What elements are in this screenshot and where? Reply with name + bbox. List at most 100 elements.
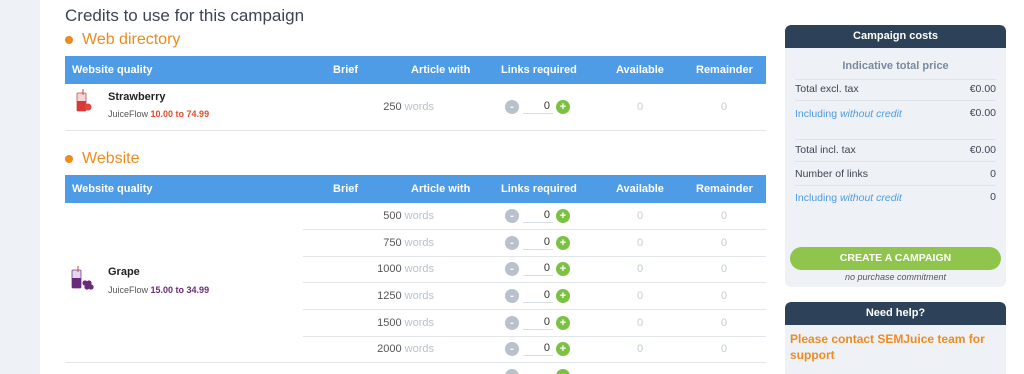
words-unit: words bbox=[404, 317, 434, 329]
col-available[interactable]: Available bbox=[616, 183, 664, 195]
divider bbox=[795, 79, 996, 80]
increment-button[interactable]: + bbox=[556, 289, 570, 303]
create-campaign-button[interactable]: CREATE A CAMPAIGN bbox=[790, 247, 1001, 270]
available-value: 0 bbox=[636, 343, 644, 355]
links-stepper: -0 + bbox=[505, 235, 571, 251]
words-count: 750 bbox=[383, 237, 402, 249]
page-title: Credits to use for this campaign bbox=[65, 6, 305, 25]
increment-button[interactable]: + bbox=[556, 342, 570, 356]
links-quantity-input[interactable]: 0 bbox=[523, 341, 553, 356]
decrement-button[interactable]: - bbox=[505, 342, 519, 356]
words-count: 1250 bbox=[377, 290, 402, 302]
product-meta: JuiceFlow 10.00 to 74.99 bbox=[108, 109, 209, 119]
col-available[interactable]: Available bbox=[616, 64, 664, 76]
help-contact-text: Please contact SEMJuice team for support bbox=[790, 332, 985, 362]
section-title-label: Web directory bbox=[82, 31, 181, 48]
product-brand: JuiceFlow bbox=[108, 285, 149, 295]
bullet-icon bbox=[65, 155, 73, 163]
section-title-label: Website bbox=[82, 150, 140, 167]
including-without-credit-link[interactable]: Including without credit bbox=[795, 107, 905, 121]
product-brand: JuiceFlow bbox=[108, 109, 149, 119]
decrement-button[interactable]: - bbox=[505, 316, 519, 330]
links-stepper: -0 + bbox=[505, 341, 571, 357]
article-words: 250 words bbox=[374, 101, 434, 113]
row-divider bbox=[303, 256, 766, 257]
row-divider bbox=[303, 309, 766, 310]
col-brief[interactable]: Brief bbox=[333, 64, 358, 76]
increment-button[interactable]: + bbox=[556, 316, 570, 330]
col-article-with[interactable]: Article with bbox=[411, 183, 470, 195]
product-name: Grape bbox=[108, 266, 140, 278]
remainder-value: 0 bbox=[720, 263, 728, 275]
available-value: 0 bbox=[636, 210, 644, 222]
links-stepper: - 0 + bbox=[505, 99, 571, 115]
campaign-costs-panel: Campaign costs Indicative total price To… bbox=[785, 25, 1006, 287]
including-label: Including bbox=[795, 108, 838, 120]
row-divider bbox=[65, 362, 766, 363]
increment-button[interactable]: + bbox=[556, 100, 570, 114]
words-count: 250 bbox=[383, 101, 402, 113]
strawberry-juice-icon bbox=[76, 89, 92, 112]
row-divider bbox=[303, 336, 766, 337]
links-label: Number of links bbox=[795, 168, 868, 180]
available-value: 0 bbox=[636, 263, 644, 275]
links-quantity-input[interactable]: 0 bbox=[523, 315, 553, 330]
links-quantity-input[interactable]: 0 bbox=[523, 261, 553, 276]
available-value: 0 bbox=[636, 237, 644, 249]
remainder-value: 0 bbox=[720, 317, 728, 329]
including-without-credit-link[interactable]: Including without credit bbox=[795, 191, 905, 205]
article-words: 500 words bbox=[374, 210, 434, 222]
remainder-value: 0 bbox=[720, 290, 728, 302]
decrement-button[interactable] bbox=[505, 369, 519, 374]
decrement-button[interactable]: - bbox=[505, 262, 519, 276]
decrement-button[interactable]: - bbox=[505, 289, 519, 303]
col-website-quality[interactable]: Website quality bbox=[72, 64, 152, 76]
col-remainder[interactable]: Remainder bbox=[696, 183, 753, 195]
product-meta: JuiceFlow 15.00 to 34.99 bbox=[108, 285, 209, 295]
words-unit: words bbox=[404, 343, 434, 355]
left-gutter bbox=[0, 0, 40, 374]
row-divider bbox=[65, 130, 766, 131]
decrement-button[interactable]: - bbox=[505, 209, 519, 223]
indicative-price-label: Indicative total price bbox=[842, 60, 949, 72]
links-quantity-input[interactable]: 0 bbox=[523, 99, 553, 114]
col-links-required[interactable]: Links required bbox=[501, 183, 577, 195]
product-price-range: 10.00 to 74.99 bbox=[150, 109, 210, 119]
without-credit-label: without credit bbox=[839, 192, 902, 204]
words-count: 500 bbox=[383, 210, 402, 222]
links-stepper: -0 + bbox=[505, 208, 571, 224]
including-value: €0.00 bbox=[969, 107, 996, 119]
article-words: 1000 words bbox=[374, 263, 434, 275]
links-quantity-input[interactable]: 0 bbox=[523, 235, 553, 250]
col-website-quality[interactable]: Website quality bbox=[72, 183, 152, 195]
col-remainder[interactable]: Remainder bbox=[696, 64, 753, 76]
divider bbox=[795, 161, 996, 162]
divider bbox=[795, 185, 996, 186]
section-title-web-directory: Web directory bbox=[65, 31, 180, 49]
decrement-button[interactable]: - bbox=[505, 236, 519, 250]
total-excl-value: €0.00 bbox=[969, 83, 996, 95]
links-quantity-input[interactable]: 0 bbox=[523, 208, 553, 223]
links-quantity-input[interactable]: 0 bbox=[523, 288, 553, 303]
increment-button[interactable]: + bbox=[556, 236, 570, 250]
col-article-with[interactable]: Article with bbox=[411, 64, 470, 76]
remainder-value: 0 bbox=[720, 237, 728, 249]
increment-button[interactable]: + bbox=[556, 209, 570, 223]
including-without-credit-row-2: Including without credit 0 bbox=[795, 191, 996, 205]
words-count: 2000 bbox=[377, 343, 402, 355]
col-brief[interactable]: Brief bbox=[333, 183, 358, 195]
increment-button[interactable] bbox=[556, 369, 570, 374]
decrement-button[interactable]: - bbox=[505, 100, 519, 114]
links-stepper: -0 + bbox=[505, 261, 571, 277]
links-stepper: -0 + bbox=[505, 288, 571, 304]
grape-juice-icon bbox=[71, 266, 94, 290]
article-words: 2000 words bbox=[374, 343, 434, 355]
including-label: Including bbox=[795, 192, 838, 204]
table-header: Website quality Brief Article with Links… bbox=[65, 56, 766, 84]
col-links-required[interactable]: Links required bbox=[501, 64, 577, 76]
bullet-icon bbox=[65, 36, 73, 44]
available-value: 0 bbox=[636, 101, 644, 113]
without-credit-label: without credit bbox=[839, 108, 902, 120]
total-incl-value: €0.00 bbox=[969, 144, 996, 156]
increment-button[interactable]: + bbox=[556, 262, 570, 276]
